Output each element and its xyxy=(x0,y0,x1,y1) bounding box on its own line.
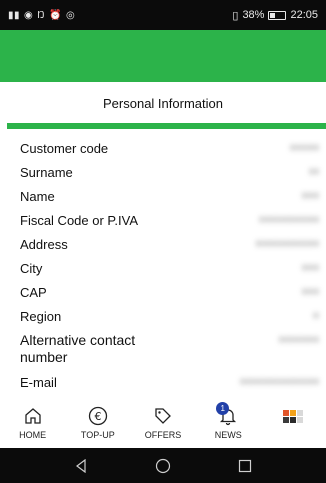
clock: 22:05 xyxy=(290,9,318,21)
info-row-surname: Surname ••• xyxy=(20,164,320,188)
nfc-icon: Ŋ xyxy=(37,9,45,21)
info-value: •••••••• xyxy=(289,142,320,154)
nav-home[interactable]: HOME xyxy=(0,396,65,448)
tag-icon xyxy=(153,406,173,426)
nav-more[interactable] xyxy=(261,396,326,448)
eye-comfort-icon: ◉ xyxy=(24,9,34,21)
nav-label: OFFERS xyxy=(144,430,182,440)
info-label: Region xyxy=(20,309,62,324)
svg-text:€: € xyxy=(94,410,101,423)
alarm-icon: ⏰ xyxy=(48,9,62,21)
info-row-city: City ••••• xyxy=(20,260,320,284)
info-label: Surname xyxy=(20,165,73,180)
info-value: ••••• xyxy=(300,286,320,298)
system-nav-bar xyxy=(0,448,326,483)
nav-label: HOME xyxy=(19,430,47,440)
info-value: ••••••••••••••••• xyxy=(254,238,320,250)
nav-top-up[interactable]: € TOP-UP xyxy=(65,396,130,448)
more-icon xyxy=(283,406,304,426)
info-row-region: Region •• xyxy=(20,308,320,332)
bottom-nav: HOME € TOP-UP OFFERS 1 NEWS xyxy=(0,396,326,448)
info-label: E-mail xyxy=(20,375,57,390)
signal-icon: ▮▮ xyxy=(8,9,21,21)
info-row-email: E-mail ••••••••••••••••••••• xyxy=(20,374,320,398)
info-value: ••• xyxy=(308,166,320,178)
personal-info-list: Customer code •••••••• Surname ••• Name … xyxy=(20,140,320,398)
info-row-cap: CAP ••••• xyxy=(20,284,320,308)
info-label: Fiscal Code or P.IVA xyxy=(20,213,139,228)
info-label: Name xyxy=(20,189,55,204)
info-value: ••••• xyxy=(300,262,320,274)
home-circle-icon[interactable] xyxy=(155,458,171,474)
info-label: City xyxy=(20,261,43,276)
info-label: CAP xyxy=(20,285,47,300)
status-icons-left: ▮▮ ◉ Ŋ ⏰ ◎ xyxy=(8,10,75,21)
back-icon[interactable] xyxy=(74,458,88,473)
info-value: •••••••••••••••• xyxy=(258,214,320,226)
info-value: •• xyxy=(312,310,320,322)
info-value: ••••• xyxy=(300,190,320,202)
info-row-alternative-contact: Alternative contact number ••••••••••• xyxy=(20,332,320,374)
info-row-fiscal-code: Fiscal Code or P.IVA •••••••••••••••• xyxy=(20,212,320,236)
info-value: ••••••••••••••••••••• xyxy=(239,376,320,388)
whatsapp-icon: ◎ xyxy=(65,9,76,21)
recents-icon[interactable] xyxy=(238,459,252,473)
info-row-address: Address ••••••••••••••••• xyxy=(20,236,320,260)
info-row-name: Name ••••• xyxy=(20,188,320,212)
info-label: Customer code xyxy=(20,141,109,156)
nav-news[interactable]: 1 NEWS xyxy=(196,396,261,448)
app-header xyxy=(0,30,326,82)
status-bar: ▮▮ ◉ Ŋ ⏰ ◎ ▯ 38% 22:05 xyxy=(0,0,326,30)
info-row-customer-code: Customer code •••••••• xyxy=(20,140,320,164)
page-title: Personal Information xyxy=(103,96,223,111)
nav-label: TOP-UP xyxy=(80,430,115,440)
info-label: Address xyxy=(20,237,68,252)
battery-percent: 38% xyxy=(242,9,265,21)
vibrate-icon: ▯ xyxy=(232,9,239,22)
nav-offers[interactable]: OFFERS xyxy=(130,396,195,448)
status-icons-right: ▯ 38% 22:05 xyxy=(232,9,318,22)
nav-label: NEWS xyxy=(214,430,242,440)
battery-icon xyxy=(268,10,287,20)
home-icon xyxy=(23,406,43,426)
info-label: Alternative contact number xyxy=(20,332,136,365)
title-underline xyxy=(7,123,326,129)
euro-icon: € xyxy=(88,406,108,426)
info-value: ••••••••••• xyxy=(277,334,320,346)
